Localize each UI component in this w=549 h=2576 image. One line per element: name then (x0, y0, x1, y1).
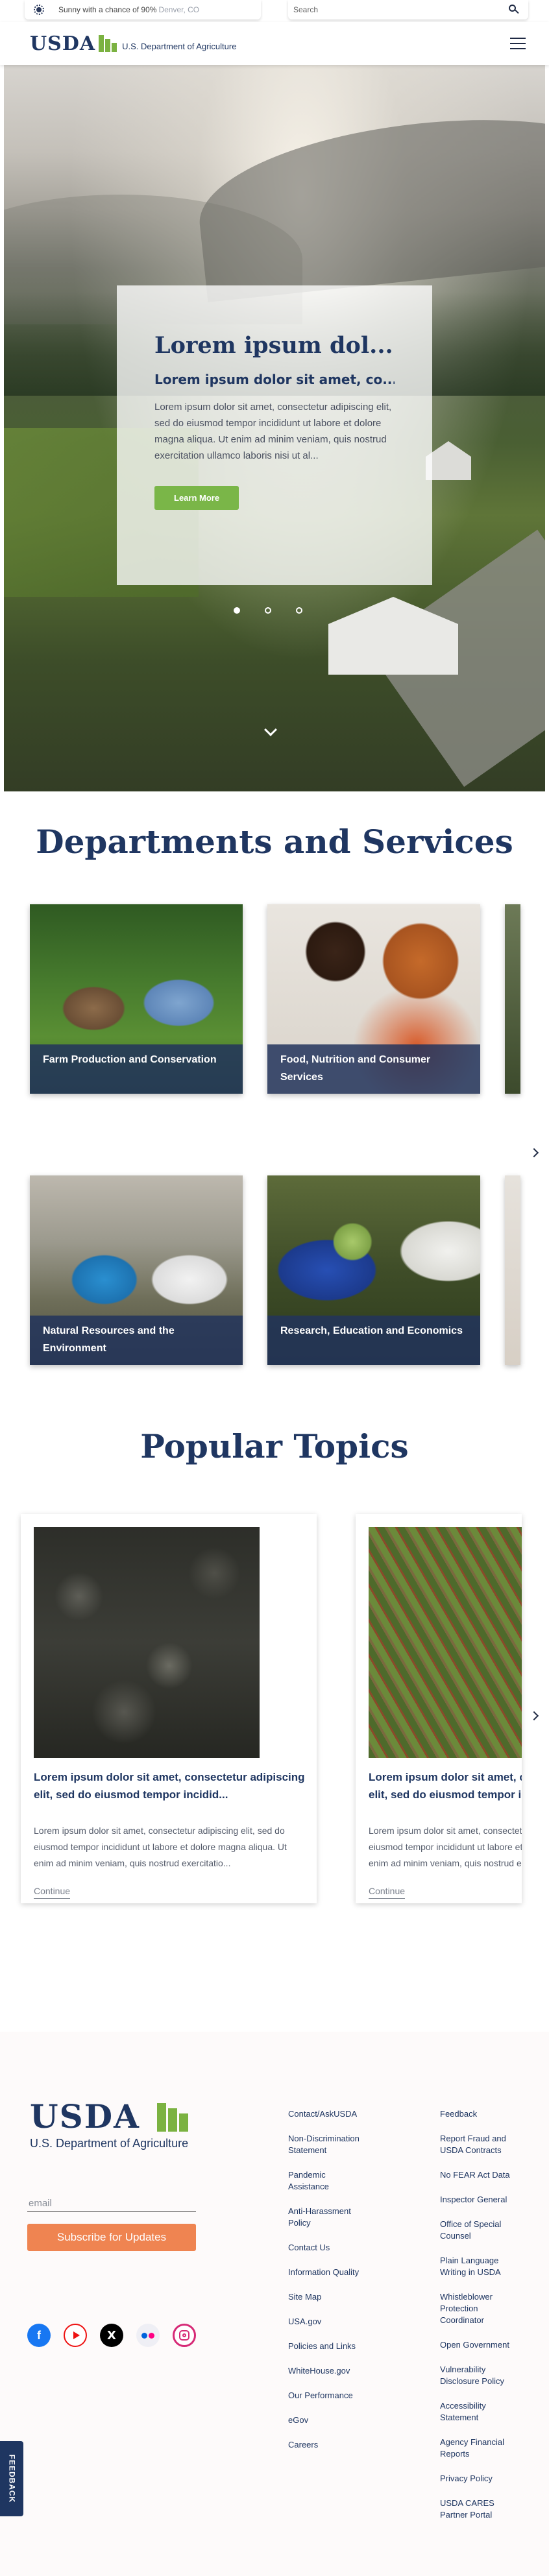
footer-link[interactable]: Information Quality (288, 2267, 360, 2278)
logo-department-name: U.S. Department of Agriculture (122, 41, 237, 51)
dept-card-food[interactable]: Food, Nutrition and Consumer Services (267, 904, 480, 1094)
topic-card-image (34, 1527, 260, 1758)
topic-card-image (369, 1527, 522, 1758)
footer-link[interactable]: Contact Us (288, 2242, 385, 2254)
footer-link[interactable]: Inspector General (440, 2194, 537, 2206)
email-field[interactable] (27, 2195, 196, 2212)
dept-card-label: Food, Nutrition and Consumer Services (267, 1044, 480, 1094)
footer-usda-logo[interactable]: USDA U.S. Department of Agriculture (30, 2101, 188, 2150)
footer-link[interactable]: No FEAR Act Data (440, 2169, 537, 2181)
footer-link[interactable]: Anti-Harassment Policy (288, 2206, 366, 2229)
feedback-tab[interactable]: FEEDBACK (0, 2441, 23, 2516)
topics-title: Popular Topics (140, 1427, 409, 1465)
chevron-down-icon[interactable] (264, 723, 277, 736)
footer-link[interactable]: Whistleblower Protection Coordinator (440, 2291, 505, 2326)
footer-link[interactable]: Privacy Policy (440, 2473, 537, 2485)
footer-link[interactable]: USA.gov (288, 2316, 385, 2328)
site-footer: USDA U.S. Department of Agriculture Subs… (0, 2032, 549, 2576)
utility-bar: Sunny with a chance of 90% Denver, CO (0, 0, 549, 22)
footer-link[interactable]: Office of Special Counsel (440, 2219, 511, 2242)
dept-card-peek[interactable] (505, 904, 520, 1094)
hero-title: Lorem ipsum dol... (154, 332, 393, 359)
hero-carousel: Lorem ipsum dol... Lorem ipsum dolor sit… (4, 65, 545, 791)
footer-link[interactable]: Contact/AskUSDA (288, 2108, 385, 2120)
dept-card-natural-resources[interactable]: Natural Resources and the Environment (30, 1175, 243, 1365)
search-bar (288, 0, 528, 19)
topic-card-title: Lorem ipsum dolor sit amet, consectetur … (34, 1771, 305, 1801)
logo-word: USDA (30, 32, 96, 55)
footer-link[interactable]: Pandemic Assistance (288, 2169, 360, 2193)
dept-card-label: Natural Resources and the Environment (30, 1316, 243, 1365)
footer-link[interactable]: Agency Financial Reports (440, 2437, 511, 2460)
feedback-tab-label: FEEDBACK (7, 2454, 17, 2503)
facebook-icon[interactable]: f (27, 2324, 51, 2347)
site-header: USDA U.S. Department of Agriculture (0, 22, 549, 65)
dept-card-label: Research, Education and Economics (267, 1316, 480, 1365)
hero-subtitle: Lorem ipsum dolor sit amet, co... (154, 372, 395, 387)
flickr-icon[interactable] (136, 2324, 160, 2347)
dept-card-peek[interactable] (505, 1175, 520, 1365)
footer-link[interactable]: Site Map (288, 2291, 385, 2303)
carousel-dot-3[interactable] (296, 607, 302, 614)
footer-link[interactable]: WhiteHouse.gov (288, 2365, 385, 2377)
continue-link[interactable]: Continue (34, 1886, 71, 1899)
topic-card-body: Lorem ipsum dolor sit amet, consectetur … (369, 1825, 522, 1868)
footer-link[interactable]: Policies and Links (288, 2341, 385, 2352)
learn-more-button[interactable]: Learn More (154, 486, 239, 510)
search-icon[interactable] (509, 5, 519, 15)
topic-card-title: Lorem ipsum dolor sit amet, consectetur … (369, 1771, 522, 1801)
topic-card[interactable]: Lorem ipsum dolor sit amet, consectetur … (21, 1514, 317, 1903)
dept-card-farm[interactable]: Farm Production and Conservation (30, 904, 243, 1094)
footer-link[interactable]: Vulnerability Disclosure Policy (440, 2364, 518, 2387)
logo-mark-icon (157, 2103, 190, 2132)
footer-link[interactable]: Feedback (440, 2108, 537, 2120)
search-input[interactable] (293, 5, 488, 14)
footer-link[interactable]: Accessibility Statement (440, 2400, 505, 2424)
footer-link[interactable]: Non-Discrimination Statement (288, 2133, 360, 2156)
social-links: f X (27, 2324, 196, 2347)
footer-links-col2: Feedback Report Fraud and USDA Contracts… (440, 2108, 537, 2534)
footer-link[interactable]: Our Performance (288, 2390, 385, 2401)
weather-location: Denver, CO (158, 5, 200, 14)
dept-card-image (505, 1175, 520, 1365)
instagram-icon[interactable] (173, 2324, 196, 2347)
weather-widget: Sunny with a chance of 90% Denver, CO (25, 0, 261, 19)
logo-mark-icon (99, 35, 118, 52)
weather-text: Sunny with a chance of 90% (58, 5, 157, 14)
footer-link[interactable]: Plain Language Writing in USDA (440, 2255, 511, 2278)
hamburger-menu-icon[interactable] (510, 38, 526, 49)
dept-card-image (505, 904, 520, 1094)
carousel-dot-1[interactable] (234, 607, 240, 614)
footer-link[interactable]: USDA CARES Partner Portal (440, 2498, 505, 2521)
carousel-dot-2[interactable] (265, 607, 271, 614)
footer-links-col1: Contact/AskUSDA Non-Discrimination State… (288, 2108, 385, 2464)
carousel-dots (4, 607, 545, 614)
topic-card[interactable]: Lorem ipsum dolor sit amet, consectetur … (356, 1514, 522, 1903)
youtube-icon[interactable] (64, 2324, 87, 2347)
hero-body: Lorem ipsum dolor sit amet, consectetur … (154, 402, 392, 461)
footer-link[interactable]: eGov (288, 2414, 385, 2426)
sun-icon (34, 5, 44, 15)
dept-card-research[interactable]: Research, Education and Economics (267, 1175, 480, 1365)
topic-card-body: Lorem ipsum dolor sit amet, consectetur … (34, 1825, 287, 1868)
subscribe-button[interactable]: Subscribe for Updates (27, 2224, 196, 2251)
hero-card: Lorem ipsum dol... Lorem ipsum dolor sit… (117, 285, 432, 585)
usda-logo[interactable]: USDA U.S. Department of Agriculture (30, 32, 236, 55)
departments-title: Departments and Services (36, 823, 513, 861)
dept-card-label: Farm Production and Conservation (30, 1044, 243, 1094)
footer-link[interactable]: Open Government (440, 2339, 537, 2351)
chevron-right-icon[interactable] (529, 1711, 539, 1721)
footer-link[interactable]: Careers (288, 2439, 385, 2451)
footer-logo-department-name: U.S. Department of Agriculture (30, 2137, 189, 2150)
footer-link[interactable]: Report Fraud and USDA Contracts (440, 2133, 518, 2156)
chevron-right-icon[interactable] (529, 1148, 539, 1158)
continue-link[interactable]: Continue (369, 1886, 406, 1899)
x-icon[interactable]: X (100, 2324, 123, 2347)
